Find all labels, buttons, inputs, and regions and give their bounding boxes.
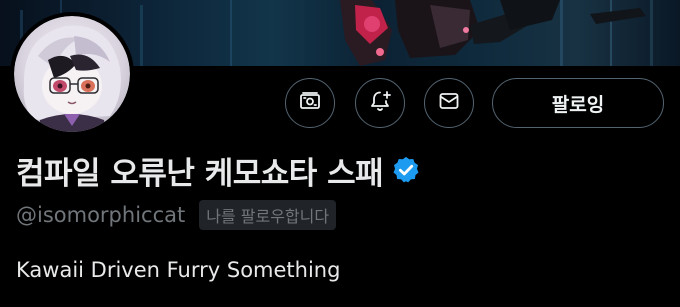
envelope-icon [437,89,461,117]
message-button[interactable] [424,78,474,128]
bell-plus-icon [368,89,392,117]
follows-you-badge: 나를 팔로우합니다 [199,200,337,230]
name-row: 컴파일 오류난 케모쇼타 스패 [16,147,421,193]
bio: Kawaii Driven Furry Something [16,258,341,282]
display-name: 컴파일 오류난 케모쇼타 스패 [16,155,384,192]
avatar-image [14,16,130,132]
notify-button[interactable] [355,78,405,128]
following-button[interactable]: 팔로잉 [492,78,664,128]
avatar[interactable] [10,12,134,136]
money-icon [298,89,322,117]
verified-badge-icon[interactable] [391,155,421,185]
tip-button[interactable] [285,78,335,128]
handle-row: @isomorphiccat 나를 팔로우합니다 [16,200,337,230]
handle: @isomorphiccat [16,203,186,227]
